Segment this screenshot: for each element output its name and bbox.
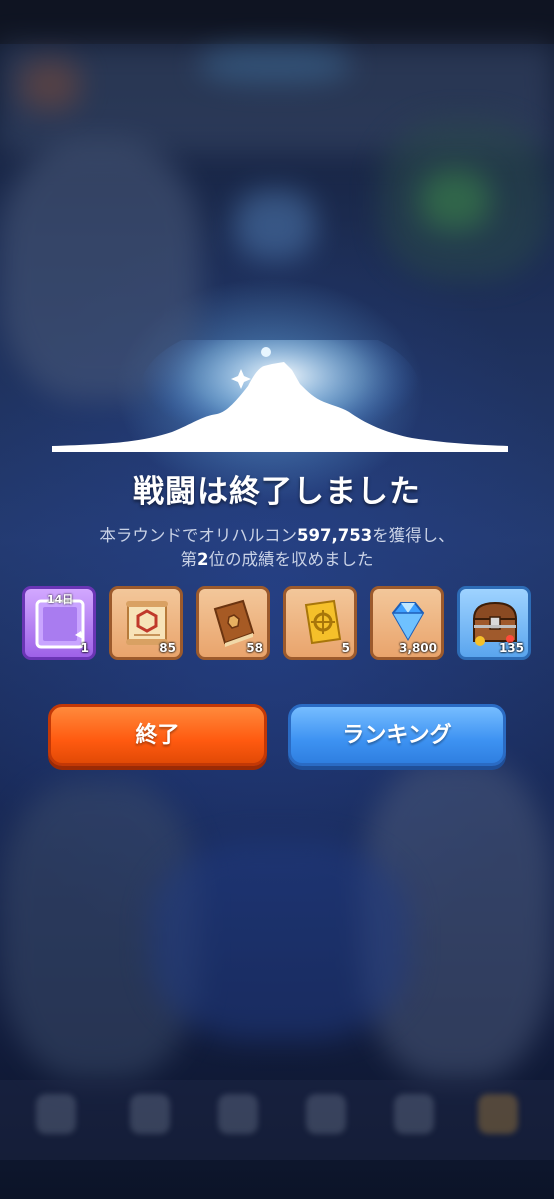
reward-count: 3,800 bbox=[399, 641, 437, 655]
reward-count: 135 bbox=[498, 641, 524, 655]
result-title: 戦闘は終了しました bbox=[133, 474, 421, 510]
orichalcum-amount: 597,753 bbox=[297, 526, 373, 545]
end-button[interactable]: 終了 bbox=[48, 704, 267, 766]
reward-gem[interactable]: 3,800 bbox=[370, 586, 444, 660]
reward-count: 1 bbox=[80, 641, 89, 655]
nav-blur-icon bbox=[130, 1094, 170, 1134]
reward-treasure-chest[interactable]: 135 bbox=[457, 586, 531, 660]
nav-blur-icon bbox=[306, 1094, 346, 1134]
reward-profile-frame[interactable]: 14日 1 bbox=[22, 586, 96, 660]
reward-ticket[interactable]: 5 bbox=[283, 586, 357, 660]
result-message-line1: 本ラウンドでオリハルコン597,753を獲得し、 bbox=[0, 522, 554, 546]
result-message-line2: 第2位の成績を収めました bbox=[0, 546, 554, 570]
nav-blur-icon bbox=[478, 1094, 518, 1134]
bottom-nav-blurred bbox=[0, 1080, 554, 1160]
reward-book[interactable]: 58 bbox=[196, 586, 270, 660]
reward-count: 5 bbox=[341, 641, 350, 655]
background-blur bbox=[150, 840, 410, 1040]
game-screen: 戦闘は終了しました 本ラウンドでオリハルコン597,753を獲得し、 第2位の成… bbox=[0, 0, 554, 1199]
background-blur bbox=[200, 48, 350, 82]
nav-blur-icon bbox=[394, 1094, 434, 1134]
background-blur bbox=[420, 170, 490, 230]
message-text: を獲得し、 bbox=[372, 526, 455, 545]
reward-scroll[interactable]: 85 bbox=[109, 586, 183, 660]
rank-value: 2 bbox=[197, 550, 209, 569]
message-text: 本ラウンドでオリハルコン bbox=[99, 526, 297, 545]
background-blur bbox=[20, 60, 80, 110]
reward-count: 58 bbox=[246, 641, 263, 655]
background-blur bbox=[235, 190, 315, 260]
ranking-button[interactable]: ランキング bbox=[288, 704, 506, 766]
duration-badge: 14日 bbox=[47, 593, 74, 606]
reward-count: 85 bbox=[159, 641, 176, 655]
mountain-emblem bbox=[52, 340, 508, 452]
reward-list: 14日 1 85 58 5 3,800 135 bbox=[22, 586, 534, 664]
status-bar bbox=[0, 0, 554, 44]
nav-blur-icon bbox=[218, 1094, 258, 1134]
message-text: 第 bbox=[180, 550, 198, 569]
ticket-icon bbox=[304, 599, 342, 645]
nav-blur-icon bbox=[36, 1094, 76, 1134]
message-text: 位の成績を収めました bbox=[208, 550, 374, 569]
